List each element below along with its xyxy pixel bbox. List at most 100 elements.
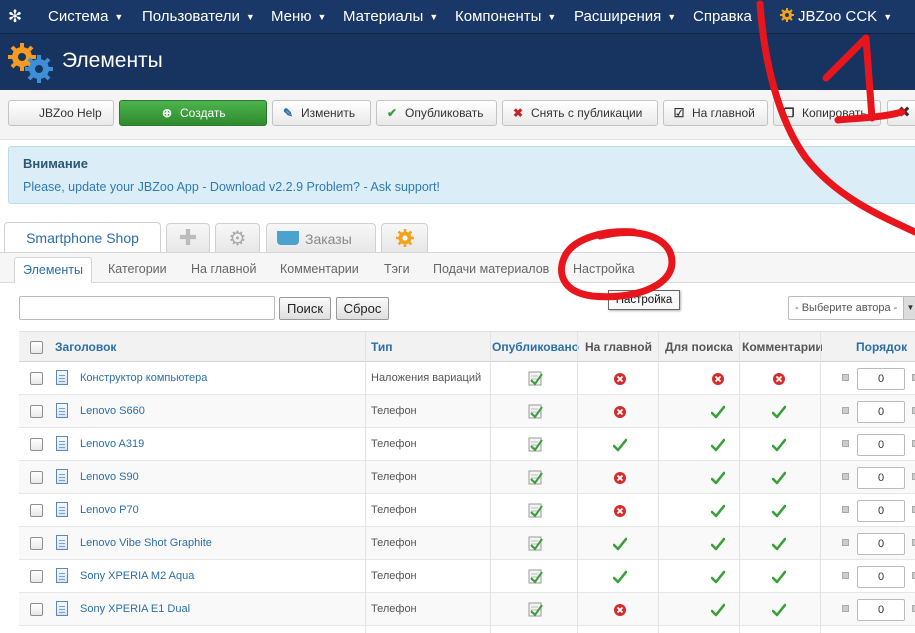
edit-button[interactable]: ✎ Изменить — [272, 100, 371, 126]
unpublish-button[interactable]: ✖ Снять с публикации — [502, 100, 658, 126]
search-input[interactable] — [19, 296, 275, 320]
comments-status[interactable] — [771, 537, 787, 551]
comments-status[interactable] — [772, 372, 786, 386]
row-checkbox[interactable] — [30, 372, 43, 385]
app-tab-orders[interactable]: Заказы — [266, 223, 376, 254]
jbzoo-help-button[interactable]: JBZoo Help — [8, 100, 114, 126]
row-checkbox[interactable] — [30, 471, 43, 484]
order-input[interactable]: 0 — [857, 434, 905, 456]
search-status[interactable] — [710, 603, 726, 617]
search-status[interactable] — [710, 438, 726, 452]
row-checkbox[interactable] — [30, 405, 43, 418]
comments-status[interactable] — [771, 405, 787, 419]
comments-status[interactable] — [771, 438, 787, 452]
nav-users[interactable]: Пользователи ▼ — [142, 0, 255, 34]
nav-extensions[interactable]: Расширения ▼ — [574, 0, 676, 34]
frontpage-status[interactable] — [613, 471, 627, 485]
create-button[interactable]: ⊕ Создать — [119, 100, 267, 126]
published-icon[interactable] — [528, 470, 543, 485]
row-checkbox[interactable] — [30, 570, 43, 583]
add-app-tab[interactable]: ✚ — [166, 223, 210, 254]
order-input[interactable]: 0 — [857, 566, 905, 588]
frontpage-button[interactable]: ☑ На главной — [663, 100, 768, 126]
frontpage-status[interactable] — [613, 372, 627, 386]
subtab-submissions[interactable]: Подачи материалов — [433, 257, 549, 283]
check-icon[interactable] — [771, 537, 787, 551]
check-icon[interactable] — [771, 471, 787, 485]
order-input[interactable]: 0 — [857, 467, 905, 489]
order-handle-icon[interactable] — [842, 539, 849, 546]
order-input[interactable]: 0 — [857, 500, 905, 522]
col-published[interactable]: Опубликовано — [492, 332, 579, 362]
order-input[interactable]: 0 — [857, 599, 905, 621]
comments-status[interactable] — [771, 570, 787, 584]
order-handle-icon[interactable] — [842, 473, 849, 480]
search-status[interactable] — [711, 372, 725, 386]
search-status[interactable] — [710, 504, 726, 518]
check-icon[interactable] — [710, 471, 726, 485]
item-title-link[interactable]: Lenovo S660 — [80, 395, 145, 428]
publish-button[interactable]: ✔ Опубликовать — [376, 100, 497, 126]
published-icon[interactable] — [528, 569, 543, 584]
nav-menu[interactable]: Меню ▼ — [271, 0, 326, 34]
row-checkbox[interactable] — [30, 603, 43, 616]
check-icon[interactable] — [710, 405, 726, 419]
row-checkbox[interactable] — [30, 537, 43, 550]
cancel-icon[interactable] — [613, 603, 627, 617]
subtab-items[interactable]: Элементы — [14, 257, 92, 283]
order-handle-icon[interactable] — [842, 407, 849, 414]
comments-status[interactable] — [771, 471, 787, 485]
check-icon[interactable] — [710, 504, 726, 518]
item-title-link[interactable]: Lenovo S90 — [80, 461, 139, 494]
check-icon[interactable] — [710, 537, 726, 551]
cancel-icon[interactable] — [772, 372, 786, 386]
subtab-comments[interactable]: Комментарии — [280, 257, 359, 283]
nav-components[interactable]: Компоненты ▼ — [455, 0, 556, 34]
check-icon[interactable] — [710, 603, 726, 617]
item-title-link[interactable]: Lenovo Vibe Shot Graphite — [80, 527, 212, 560]
frontpage-status[interactable] — [613, 504, 627, 518]
order-input[interactable]: 0 — [857, 401, 905, 423]
delete-button[interactable]: ✖ — [887, 100, 915, 126]
reset-button[interactable]: Сброс — [336, 297, 389, 320]
row-checkbox[interactable] — [30, 504, 43, 517]
joomla-logo-icon[interactable]: ✻ — [6, 8, 24, 26]
item-title-link[interactable]: Lenovo P70 — [80, 494, 139, 527]
check-icon[interactable] — [612, 537, 628, 551]
row-checkbox[interactable] — [30, 438, 43, 451]
search-status[interactable] — [710, 405, 726, 419]
cancel-icon[interactable] — [613, 405, 627, 419]
check-icon[interactable] — [771, 438, 787, 452]
comments-status[interactable] — [771, 504, 787, 518]
item-title-link[interactable]: Lenovo A319 — [80, 428, 144, 461]
check-icon[interactable] — [612, 438, 628, 452]
alert-text[interactable]: Please, update your JBZoo App - Download… — [23, 180, 440, 194]
check-icon[interactable] — [771, 405, 787, 419]
frontpage-status[interactable] — [612, 438, 628, 452]
app-tab-jbzoo[interactable] — [381, 223, 428, 254]
config-app-tab[interactable]: ⚙ — [215, 223, 260, 254]
comments-status[interactable] — [771, 603, 787, 617]
author-select[interactable]: - Выберите автора - ▼ — [788, 296, 915, 320]
check-icon[interactable] — [771, 570, 787, 584]
frontpage-status[interactable] — [613, 405, 627, 419]
item-title-link[interactable]: Sony XPERIA E1 Dual — [80, 593, 190, 626]
nav-system[interactable]: Система ▼ — [48, 0, 123, 34]
check-icon[interactable] — [771, 603, 787, 617]
check-icon[interactable] — [771, 504, 787, 518]
item-title-link[interactable]: Sony XPERIA M2 Aqua — [80, 560, 194, 593]
subtab-frontpage[interactable]: На главной — [191, 257, 256, 283]
search-status[interactable] — [710, 537, 726, 551]
order-handle-icon[interactable] — [842, 572, 849, 579]
col-order[interactable]: Порядок — [856, 332, 907, 362]
nav-help[interactable]: Справка — [693, 0, 752, 34]
subtab-settings[interactable]: Настройка — [573, 257, 635, 283]
subtab-categories[interactable]: Категории — [108, 257, 167, 283]
published-icon[interactable] — [528, 437, 543, 452]
published-icon[interactable] — [528, 503, 543, 518]
published-icon[interactable] — [528, 404, 543, 419]
check-icon[interactable] — [710, 570, 726, 584]
frontpage-status[interactable] — [612, 537, 628, 551]
cancel-icon[interactable] — [613, 471, 627, 485]
col-title[interactable]: Заголовок — [55, 332, 116, 362]
